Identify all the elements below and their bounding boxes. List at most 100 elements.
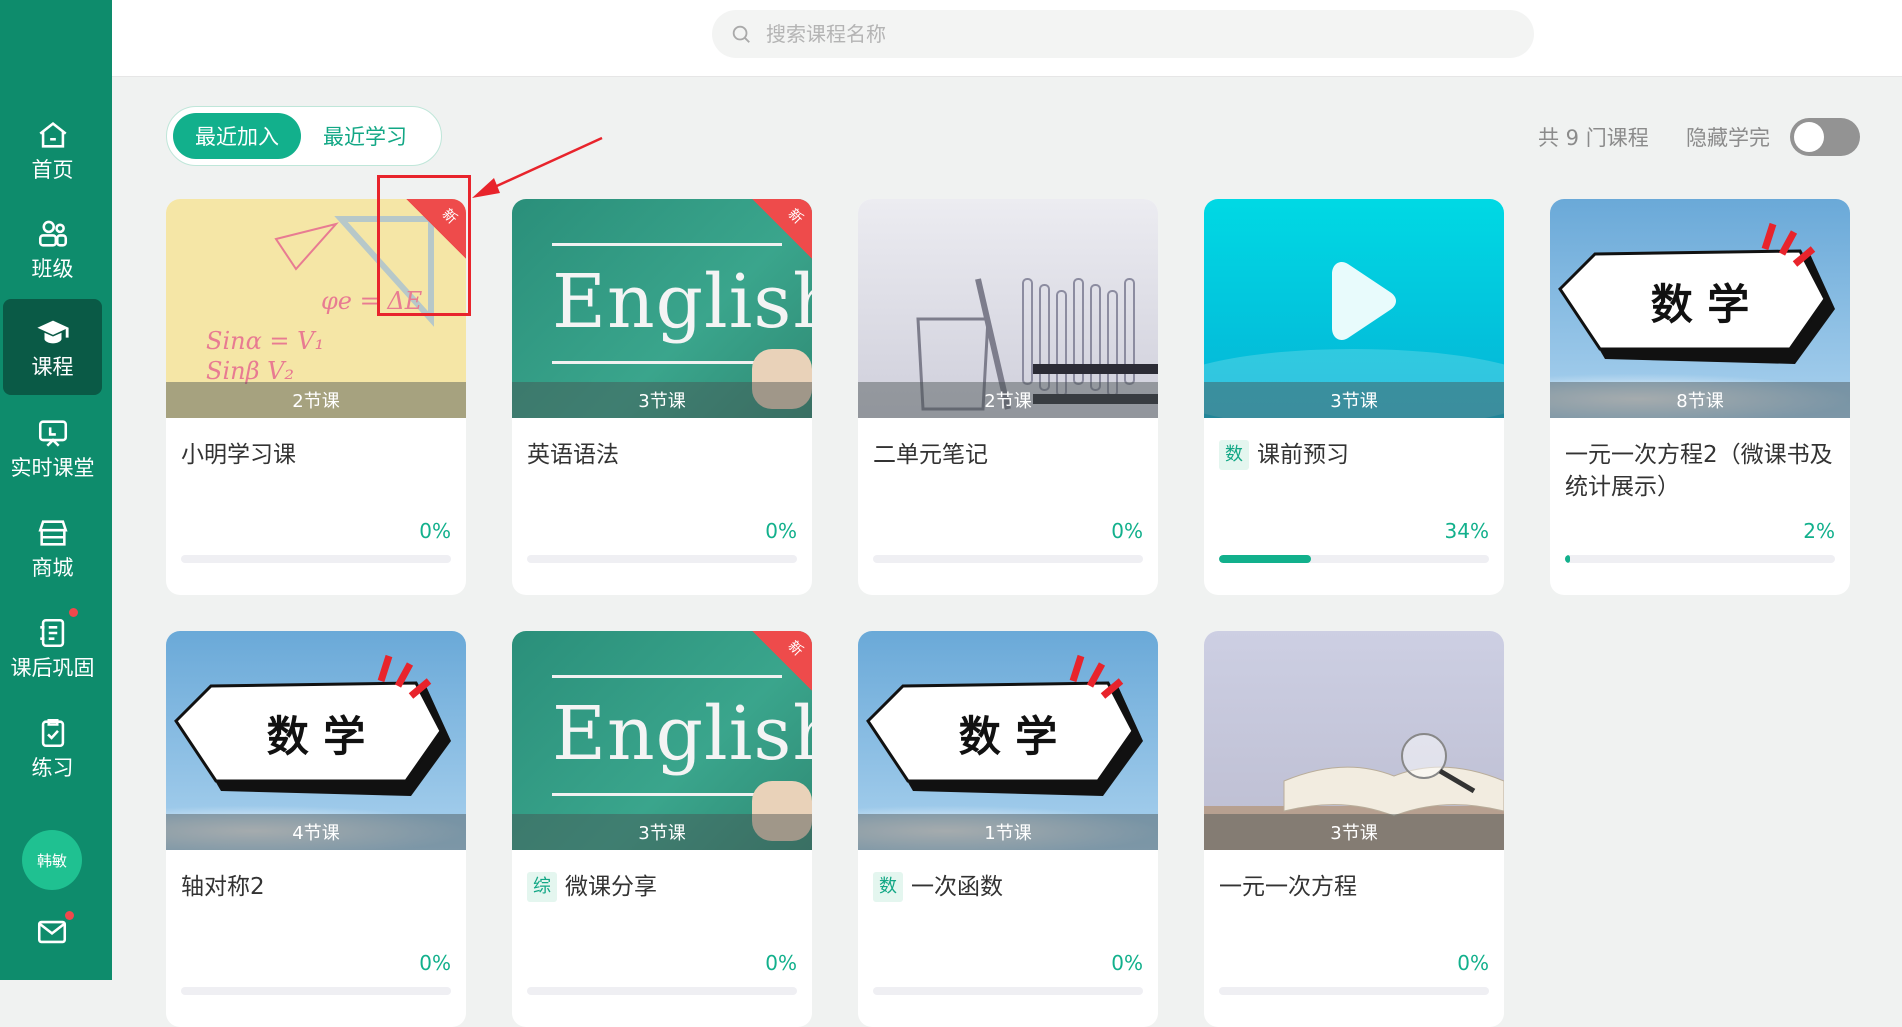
svg-text:Sinβ V₂: Sinβ V₂ <box>206 357 294 385</box>
lesson-count: 3节课 <box>512 814 812 850</box>
course-title: 小明学习课 <box>181 442 296 468</box>
course-card[interactable]: 3节课 数课前预习 34% <box>1204 199 1504 595</box>
notification-dot <box>65 911 74 920</box>
course-card[interactable]: 数 学 4节课 轴对称2 0% <box>166 631 466 1027</box>
lesson-count: 1节课 <box>858 814 1158 850</box>
course-title: 英语语法 <box>527 442 619 468</box>
progress-percent: 0% <box>1457 951 1489 975</box>
sidebar-item-label: 班级 <box>31 257 74 281</box>
progress-percent: 0% <box>1111 519 1143 543</box>
lesson-count: 8节课 <box>1550 382 1850 418</box>
course-cover-image: 2节课 <box>858 199 1158 418</box>
hide-completed-label: 隐藏学完 <box>1686 126 1770 150</box>
sidebar-item-store[interactable]: 商城 <box>3 500 102 596</box>
progress-fill <box>1565 555 1571 563</box>
notebook-icon <box>39 618 64 648</box>
course-card[interactable]: 数 学 8节课 一元一次方程2（微课书及统计展示） 2% <box>1550 199 1850 595</box>
course-card[interactable]: 2节课 二单元笔记 0% <box>858 199 1158 595</box>
class-icon <box>38 220 67 247</box>
toggle-knob <box>1794 122 1824 152</box>
progress-percent: 0% <box>765 519 797 543</box>
course-cover-image: 3节课 <box>1204 199 1504 418</box>
progress-bar <box>873 987 1143 995</box>
avatar[interactable]: 韩敏 <box>22 830 82 890</box>
home-icon <box>38 122 67 148</box>
progress-percent: 0% <box>419 519 451 543</box>
svg-text:数 学: 数 学 <box>267 712 366 761</box>
progress-bar <box>1219 987 1489 995</box>
progress-bar <box>181 555 451 563</box>
progress-bar <box>527 987 797 995</box>
tab-recent-studied[interactable]: 最近学习 <box>301 113 429 159</box>
sidebar-item-label: 练习 <box>31 756 74 780</box>
course-cover-image: 数 学 1节课 <box>858 631 1158 850</box>
sort-tabs: 最近加入 最近学习 <box>166 106 442 166</box>
annotation-highlight-box <box>377 175 471 316</box>
sidebar-item-label: 商城 <box>31 556 74 580</box>
course-cover-image: English 3节课 新 <box>512 631 812 850</box>
svg-text:数 学: 数 学 <box>959 712 1058 761</box>
course-card[interactable]: 3节课 一元一次方程 0% <box>1204 631 1504 1027</box>
search-icon <box>732 25 750 43</box>
graduation-cap-icon <box>36 320 69 344</box>
sidebar-item-class[interactable]: 班级 <box>3 201 102 297</box>
progress-percent: 0% <box>765 951 797 975</box>
progress-bar <box>527 555 797 563</box>
lesson-count: 2节课 <box>858 382 1158 418</box>
course-cover-image: 数 学 4节课 <box>166 631 466 850</box>
course-cover-image: English 3节课 新 <box>512 199 812 418</box>
sidebar-item-courses[interactable]: 课程 <box>3 299 102 395</box>
annotation-arrow <box>472 136 603 198</box>
sidebar-item-label: 课后巩固 <box>10 656 95 680</box>
course-title: 一元一次方程 <box>1219 874 1357 900</box>
hide-completed-toggle[interactable] <box>1790 118 1860 156</box>
course-card[interactable]: English 3节课 新 英语语法 0% <box>512 199 812 595</box>
progress-percent: 2% <box>1803 519 1835 543</box>
notification-dot <box>69 608 78 617</box>
subject-tag: 数 <box>1219 440 1249 470</box>
lesson-count: 2节课 <box>166 382 466 418</box>
course-title: 二单元笔记 <box>873 442 988 468</box>
course-title: 轴对称2 <box>181 874 265 900</box>
top-bar <box>112 0 1902 77</box>
progress-bar <box>181 987 451 995</box>
mail-icon <box>37 920 67 944</box>
search-box[interactable] <box>712 10 1534 58</box>
mail-button[interactable] <box>35 911 74 949</box>
new-badge: 新 <box>751 199 812 260</box>
subject-tag: 数 <box>873 872 903 902</box>
sidebar-item-review[interactable]: 课后巩固 <box>3 600 102 696</box>
sidebar-item-label: 首页 <box>31 158 74 182</box>
lesson-count: 4节课 <box>166 814 466 850</box>
store-icon <box>37 520 68 546</box>
course-cover-image: 3节课 <box>1204 631 1504 850</box>
progress-percent: 34% <box>1444 519 1489 543</box>
sidebar: 首页 班级 课程 实时课堂 商城 课后巩固 练习 韩敏 <box>0 0 112 980</box>
live-board-icon <box>38 420 67 447</box>
new-badge: 新 <box>751 631 812 692</box>
sidebar-item-label: 课程 <box>31 355 74 379</box>
svg-text:数 学: 数 学 <box>1651 280 1750 329</box>
progress-bar <box>873 555 1143 563</box>
sidebar-item-label: 实时课堂 <box>10 456 95 480</box>
sidebar-item-practice[interactable]: 练习 <box>3 700 102 796</box>
svg-text:Sinα = V₁: Sinα = V₁ <box>206 327 324 355</box>
progress-percent: 0% <box>1111 951 1143 975</box>
subject-tag: 综 <box>527 872 557 902</box>
progress-bar <box>1565 555 1835 563</box>
course-card[interactable]: 数 学 1节课 数一次函数 0% <box>858 631 1158 1027</box>
sidebar-item-live-classroom[interactable]: 实时课堂 <box>3 400 102 496</box>
sidebar-item-home[interactable]: 首页 <box>3 102 102 198</box>
clipboard-check-icon <box>41 718 64 748</box>
course-title: 数一次函数 <box>873 871 1148 903</box>
course-cover-image: 数 学 8节课 <box>1550 199 1850 418</box>
course-count: 共 9 门课程 <box>1538 126 1649 150</box>
progress-bar <box>1219 555 1489 563</box>
progress-percent: 0% <box>419 951 451 975</box>
course-title: 一元一次方程2（微课书及统计展示） <box>1565 442 1833 500</box>
course-card[interactable]: English 3节课 新 综微课分享 0% <box>512 631 812 1027</box>
course-title: 数课前预习 <box>1219 439 1494 471</box>
search-input[interactable] <box>766 22 1466 46</box>
lesson-count: 3节课 <box>512 382 812 418</box>
tab-recent-added[interactable]: 最近加入 <box>173 113 301 159</box>
